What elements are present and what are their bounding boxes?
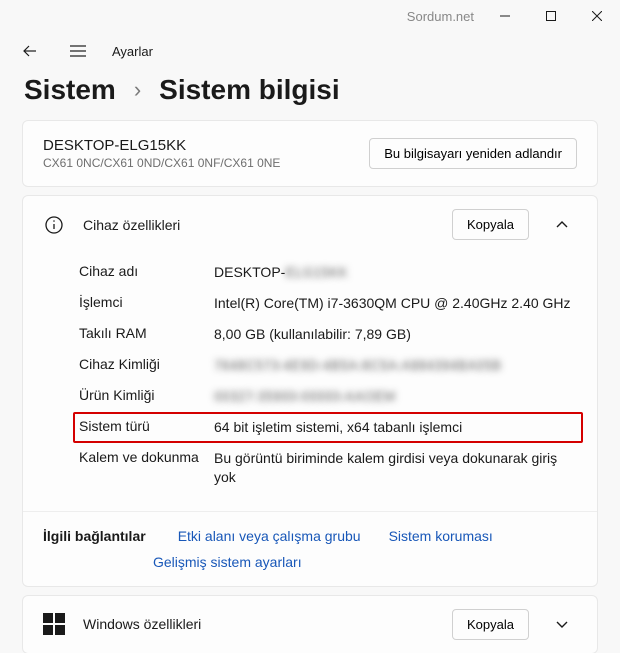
breadcrumb-root[interactable]: Sistem: [24, 74, 116, 106]
spec-label: Kalem ve dokunma: [79, 449, 214, 487]
spec-row-system-type: Sistem türü 64 bit işletim sistemi, x64 …: [73, 412, 583, 443]
spec-label: Cihaz Kimliği: [79, 356, 214, 375]
spec-value: 7648C573-4E9D-4B5A-8C5A-A884394BA05B: [214, 356, 577, 375]
windows-icon: [43, 613, 65, 635]
copy-windows-features-button[interactable]: Kopyala: [452, 609, 529, 640]
spec-value: Intel(R) Core(TM) i7-3630QM CPU @ 2.40GH…: [214, 294, 577, 313]
spec-row-device-id: Cihaz Kimliği 7648C573-4E9D-4B5A-8C5A-A8…: [79, 350, 577, 381]
section-title-device-properties: Cihaz özellikleri: [83, 217, 434, 233]
copy-device-properties-button[interactable]: Kopyala: [452, 209, 529, 240]
brand-label: Sordum.net: [407, 9, 474, 24]
device-properties-body: Cihaz adı DESKTOP-ELG15KK İşlemci Intel(…: [23, 253, 597, 510]
related-links: İlgili bağlantılar Etki alanı veya çalış…: [23, 511, 597, 586]
info-icon: [43, 214, 65, 236]
device-properties-card: Cihaz özellikleri Kopyala Cihaz adı DESK…: [22, 195, 598, 586]
device-name: DESKTOP-ELG15KK: [43, 137, 280, 154]
spec-value: DESKTOP-ELG15KK: [214, 263, 577, 282]
spec-label: Takılı RAM: [79, 325, 214, 344]
window-minimize-button[interactable]: [482, 0, 528, 32]
window-maximize-button[interactable]: [528, 0, 574, 32]
windows-features-card: Windows özellikleri Kopyala: [22, 595, 598, 653]
back-button[interactable]: [16, 37, 44, 65]
device-model: CX61 0NC/CX61 0ND/CX61 0NF/CX61 0NE: [43, 156, 280, 170]
spec-label: Cihaz adı: [79, 263, 214, 282]
top-nav: Ayarlar: [0, 32, 620, 70]
section-title-windows-features: Windows özellikleri: [83, 616, 434, 632]
device-card: DESKTOP-ELG15KK CX61 0NC/CX61 0ND/CX61 0…: [22, 120, 598, 187]
spec-label: Ürün Kimliği: [79, 387, 214, 406]
link-system-protection[interactable]: Sistem koruması: [389, 528, 493, 544]
breadcrumb: Sistem › Sistem bilgisi: [0, 70, 620, 120]
breadcrumb-separator-icon: ›: [134, 77, 141, 103]
link-domain-workgroup[interactable]: Etki alanı veya çalışma grubu: [178, 528, 361, 544]
spec-row-product-id: Ürün Kimliği 00327-35900-00000-AAOEM: [79, 381, 577, 412]
spec-row-pen-touch: Kalem ve dokunma Bu görüntü biriminde ka…: [79, 443, 577, 493]
link-advanced-system-settings[interactable]: Gelişmiş sistem ayarları: [153, 554, 302, 570]
rename-pc-button[interactable]: Bu bilgisayarı yeniden adlandır: [369, 138, 577, 169]
spec-value: 64 bit işletim sistemi, x64 tabanlı işle…: [214, 418, 577, 437]
spec-row-ram: Takılı RAM 8,00 GB (kullanılabilir: 7,89…: [79, 319, 577, 350]
page-title: Sistem bilgisi: [159, 74, 340, 106]
collapse-device-properties-button[interactable]: [547, 210, 577, 240]
window-close-button[interactable]: [574, 0, 620, 32]
expand-windows-features-button[interactable]: [547, 609, 577, 639]
spec-row-device-name: Cihaz adı DESKTOP-ELG15KK: [79, 257, 577, 288]
spec-value: Bu görüntü biriminde kalem girdisi veya …: [214, 449, 577, 487]
spec-label: İşlemci: [79, 294, 214, 313]
spec-value: 00327-35900-00000-AAOEM: [214, 387, 577, 406]
spec-row-processor: İşlemci Intel(R) Core(TM) i7-3630QM CPU …: [79, 288, 577, 319]
related-links-label: İlgili bağlantılar: [43, 528, 146, 544]
app-name: Ayarlar: [112, 44, 153, 59]
spec-label: Sistem türü: [79, 418, 214, 437]
spec-value: 8,00 GB (kullanılabilir: 7,89 GB): [214, 325, 577, 344]
titlebar: Sordum.net: [0, 0, 620, 32]
hamburger-button[interactable]: [64, 37, 92, 65]
